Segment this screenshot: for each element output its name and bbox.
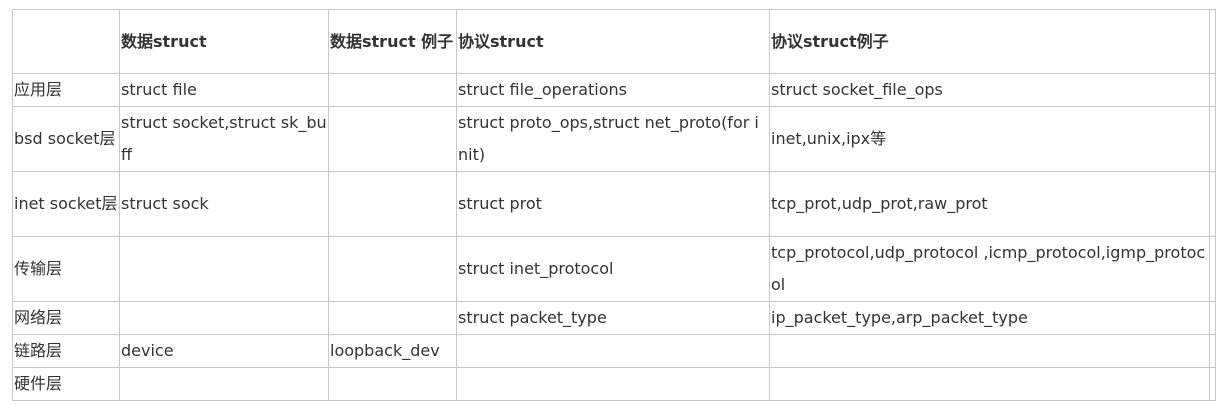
cell-data-struct bbox=[119, 301, 329, 335]
cell-filler bbox=[1209, 301, 1216, 335]
cell-filler bbox=[1209, 106, 1216, 172]
cell-protocol-struct: struct file_operations bbox=[456, 73, 770, 107]
cell-layer: 传输层 bbox=[12, 236, 120, 302]
cell-filler bbox=[1209, 236, 1216, 302]
table-row: 传输层 struct inet_protocol tcp_protocol,ud… bbox=[12, 236, 1216, 302]
cell-layer: 硬件层 bbox=[12, 367, 120, 401]
table-row: bsd socket层 struct socket,struct sk_buff… bbox=[12, 106, 1216, 172]
cell-data-struct-example bbox=[328, 301, 457, 335]
header-cell-data-struct: 数据struct bbox=[119, 9, 329, 74]
cell-layer: inet socket层 bbox=[12, 171, 120, 237]
cell-data-struct-example: loopback_dev bbox=[328, 334, 457, 368]
header-cell-protocol-struct-example: 协议struct例子 bbox=[769, 9, 1210, 74]
cell-protocol-struct bbox=[456, 367, 770, 401]
cell-data-struct-example bbox=[328, 171, 457, 237]
table-row: 链路层 device loopback_dev bbox=[12, 334, 1216, 368]
cell-filler bbox=[1209, 73, 1216, 107]
table-header-row: 数据struct 数据struct 例子 协议struct 协议struct例子 bbox=[12, 9, 1216, 74]
cell-data-struct-example bbox=[328, 236, 457, 302]
cell-layer: 应用层 bbox=[12, 73, 120, 107]
cell-layer: bsd socket层 bbox=[12, 106, 120, 172]
table-row: inet socket层 struct sock struct prot tcp… bbox=[12, 171, 1216, 237]
header-cell-data-struct-example: 数据struct 例子 bbox=[328, 9, 457, 74]
cell-filler bbox=[1209, 334, 1216, 368]
header-cell-protocol-struct: 协议struct bbox=[456, 9, 770, 74]
cell-protocol-struct-example: tcp_protocol,udp_protocol ,icmp_protocol… bbox=[769, 236, 1210, 302]
header-cell-filler bbox=[1209, 9, 1216, 74]
cell-protocol-struct: struct inet_protocol bbox=[456, 236, 770, 302]
cell-filler bbox=[1209, 171, 1216, 237]
cell-protocol-struct-example bbox=[769, 334, 1210, 368]
cell-layer: 网络层 bbox=[12, 301, 120, 335]
header-cell-layer bbox=[12, 9, 120, 74]
cell-data-struct bbox=[119, 367, 329, 401]
cell-protocol-struct: struct prot bbox=[456, 171, 770, 237]
cell-data-struct-example bbox=[328, 73, 457, 107]
cell-data-struct: struct socket,struct sk_buff bbox=[119, 106, 329, 172]
table-row: 应用层 struct file struct file_operations s… bbox=[12, 73, 1216, 107]
cell-protocol-struct-example bbox=[769, 367, 1210, 401]
table-row: 网络层 struct packet_type ip_packet_type,ar… bbox=[12, 301, 1216, 335]
cell-data-struct bbox=[119, 236, 329, 302]
protocol-struct-table: 数据struct 数据struct 例子 协议struct 协议struct例子… bbox=[12, 9, 1216, 401]
cell-protocol-struct bbox=[456, 334, 770, 368]
cell-protocol-struct: struct packet_type bbox=[456, 301, 770, 335]
cell-protocol-struct-example: struct socket_file_ops bbox=[769, 73, 1210, 107]
table-row: 硬件层 bbox=[12, 367, 1216, 401]
cell-protocol-struct-example: ip_packet_type,arp_packet_type bbox=[769, 301, 1210, 335]
cell-protocol-struct-example: tcp_prot,udp_prot,raw_prot bbox=[769, 171, 1210, 237]
cell-data-struct: struct sock bbox=[119, 171, 329, 237]
cell-protocol-struct-example: inet,unix,ipx等 bbox=[769, 106, 1210, 172]
cell-data-struct: device bbox=[119, 334, 329, 368]
cell-data-struct-example bbox=[328, 106, 457, 172]
cell-protocol-struct: struct proto_ops,struct net_proto(for in… bbox=[456, 106, 770, 172]
cell-filler bbox=[1209, 367, 1216, 401]
cell-layer: 链路层 bbox=[12, 334, 120, 368]
cell-data-struct-example bbox=[328, 367, 457, 401]
cell-data-struct: struct file bbox=[119, 73, 329, 107]
